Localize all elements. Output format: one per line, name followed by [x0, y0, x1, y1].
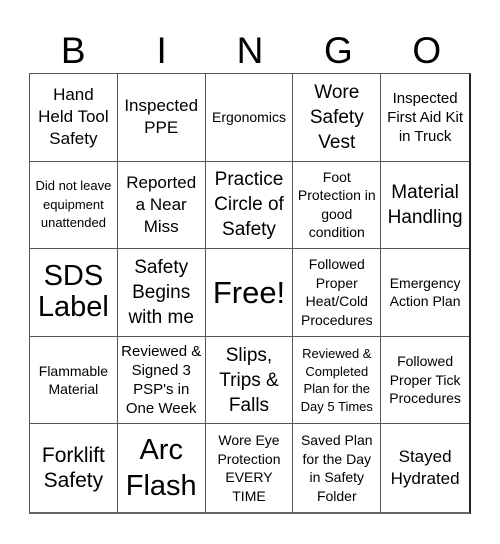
free-space[interactable]: Free! [205, 249, 294, 337]
bingo-cell[interactable]: Practice Circle of Safety [205, 161, 294, 250]
bingo-cell[interactable]: Slips, Trips & Falls [205, 336, 294, 425]
bingo-cell[interactable]: Arc Flash [118, 424, 206, 512]
bingo-cell[interactable]: Forklift Safety [30, 424, 118, 512]
cell-label: Saved Plan for the Day in Safety Folder [300, 432, 373, 504]
bingo-board: Hand Held Tool Safety Inspected PPE Ergo… [29, 73, 471, 514]
cell-label: Followed Proper Heat/Cold Procedures [300, 256, 373, 328]
cell-label: SDS Label [37, 260, 109, 324]
bingo-cell[interactable]: SDS Label [30, 249, 118, 337]
cell-label: Foot Protection in good condition [297, 168, 376, 241]
bingo-cell[interactable]: Emergency Action Plan [381, 249, 469, 337]
cell-label: Did not leave equipment unattended [35, 178, 112, 231]
bingo-cell[interactable]: Safety Begins with me [117, 249, 206, 337]
cell-label: Inspected First Aid Kit in Truck [387, 89, 464, 145]
cell-label: Ergonomics [212, 109, 286, 126]
cell-label: Stayed Hydrated [390, 447, 460, 489]
cell-label: Reported a Near Miss [126, 172, 197, 236]
bingo-cell[interactable]: Reviewed & Completed Plan for the Day 5 … [293, 336, 382, 425]
cell-label: Wore Eye Protection EVERY TIME [217, 432, 281, 504]
bingo-cell[interactable]: Inspected PPE [117, 74, 206, 162]
cell-label: Forklift Safety [41, 444, 105, 493]
cell-label: Wore Safety Vest [309, 81, 364, 153]
bingo-cell[interactable]: Reported a Near Miss [117, 161, 206, 250]
cell-label: Material Handling [387, 181, 463, 228]
header-letter-g: G [324, 30, 353, 71]
bingo-cell[interactable]: Flammable Material [30, 336, 118, 425]
bingo-cell[interactable]: Wore Safety Vest [293, 74, 382, 162]
cell-label: Followed Proper Tick Procedures [389, 353, 461, 407]
bingo-cell[interactable]: Stayed Hydrated [381, 424, 469, 512]
bingo-cell[interactable]: Reviewed & Signed 3 PSP's in One Week [117, 336, 206, 425]
cell-label: Practice Circle of Safety [214, 169, 284, 241]
cell-label: Hand Held Tool Safety [38, 85, 109, 149]
bingo-header: B I N G O [29, 28, 471, 73]
bingo-cell[interactable]: Followed Proper Heat/Cold Procedures [293, 249, 382, 337]
cell-label: Reviewed & Signed 3 PSP's in One Week [121, 343, 202, 418]
bingo-cell[interactable]: Saved Plan for the Day in Safety Folder [293, 424, 382, 512]
header-letter-n: N [236, 30, 264, 71]
bingo-cell[interactable]: Wore Eye Protection EVERY TIME [206, 424, 294, 512]
cell-label: Arc Flash [125, 434, 197, 503]
bingo-cell[interactable]: Inspected First Aid Kit in Truck [381, 74, 469, 162]
free-space-label: Free! [212, 274, 286, 310]
header-letter-b: B [60, 30, 86, 71]
bingo-cell[interactable]: Hand Held Tool Safety [30, 74, 118, 162]
cell-label: Inspected PPE [124, 96, 199, 138]
header-letter-i: I [156, 30, 167, 71]
bingo-cell[interactable]: Followed Proper Tick Procedures [381, 337, 469, 425]
cell-label: Flammable Material [38, 362, 109, 398]
cell-label: Emergency Action Plan [389, 274, 461, 310]
header-letter-o: O [412, 30, 442, 71]
bingo-cell[interactable]: Ergonomics [205, 74, 294, 162]
cell-label: Reviewed & Completed Plan for the Day 5 … [300, 346, 373, 414]
cell-label: Safety Begins with me [128, 256, 194, 328]
bingo-cell[interactable]: Foot Protection in good condition [293, 161, 382, 250]
bingo-cell[interactable]: Material Handling [381, 162, 469, 250]
cell-label: Slips, Trips & Falls [219, 344, 279, 416]
bingo-cell[interactable]: Did not leave equipment unattended [30, 161, 118, 250]
